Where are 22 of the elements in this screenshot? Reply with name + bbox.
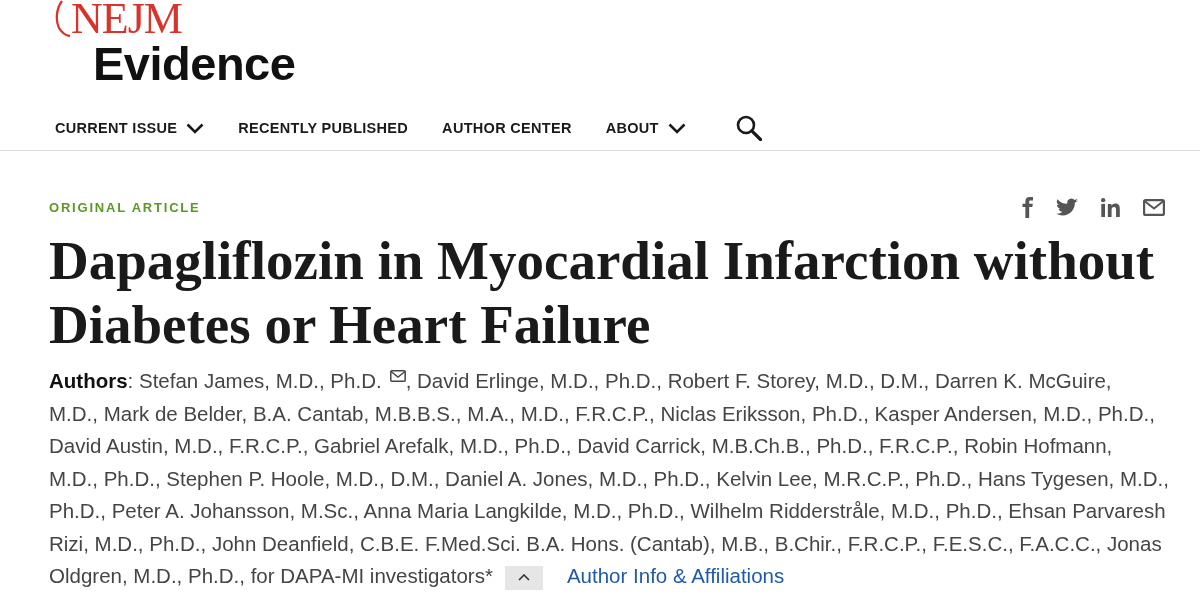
- article-title: Dapagliflozin in Myocardial Infarction without Diabetes or Heart Failure: [49, 229, 1156, 357]
- logo-name: Evidence: [93, 42, 296, 86]
- envelope-icon[interactable]: [389, 370, 406, 382]
- author-list: Oldgren, M.D., Ph.D., for DAPA-MI investigators*: [49, 564, 493, 587]
- article-category: ORIGINAL ARTICLE: [49, 199, 201, 215]
- linkedin-icon[interactable]: [1101, 197, 1120, 217]
- facebook-icon[interactable]: [1022, 196, 1033, 218]
- envelope-icon[interactable]: [1143, 198, 1165, 216]
- nav-menu-item[interactable]: ABOUT: [605, 120, 686, 136]
- crescent-icon: [55, 0, 70, 37]
- author-list: M.D., Mark de Belder, B.A. Cantab, M.B.B.S., M.A., M.D., F.R.C.P., Niclas Eriksson, Ph.D., Kasper Andersen, M.D., Ph.D., David Austin, M.D., F.R.C.P., Gabriel Arefalk, M.D., Ph.D., David Carrick, M.B.Ch.B., Ph.D., F.R.C.P., Robin Hofmann, M.D., Ph.D., Stephen P. Hoole, M.D., D.M., Daniel A. Jones, M.D., Ph.D., Kelvin Lee, M.R.C.P., Ph.D., Hans Tygesen, M.D., Ph.D., Peter A. Johansson, M.Sc., Anna Maria Langkilde, M.D., Ph.D., Wilhelm Ridderstråle, M.D., Ph.D., Ehsan Parvaresh Rizi, M.D., Ph.D., John Deanfield, C.B.E. F.Med.Sci. B.A. Hons. (Cantab), M.B., B.Chir., F.R.C.P., F.E.S.C., F.A.C.C., Jonas: [49, 397, 1169, 560]
- author-list: , David Erlinge, M.D., Ph.D., Robert F. Storey, M.D., D.M., Darren K. McGuire,: [405, 369, 1112, 392]
- affiliations-link[interactable]: Author Info & Affiliations: [566, 564, 785, 587]
- authors-lead: Authors: Stefan James, M.D., Ph.D.: [49, 369, 382, 392]
- toggle-button[interactable]: [504, 565, 543, 590]
- twitter-icon[interactable]: [1056, 198, 1078, 216]
- nav-menu-item[interactable]: CURRENT ISSUE: [55, 120, 205, 136]
- nav-menu-item[interactable]: RECENTLY PUBLISHED: [238, 120, 409, 136]
- search-icon[interactable]: [735, 115, 762, 141]
- logo-brand: NEJM: [71, 0, 182, 38]
- caret-up-icon: [517, 574, 530, 582]
- nav-menu-item[interactable]: AUTHOR CENTER: [442, 120, 572, 136]
